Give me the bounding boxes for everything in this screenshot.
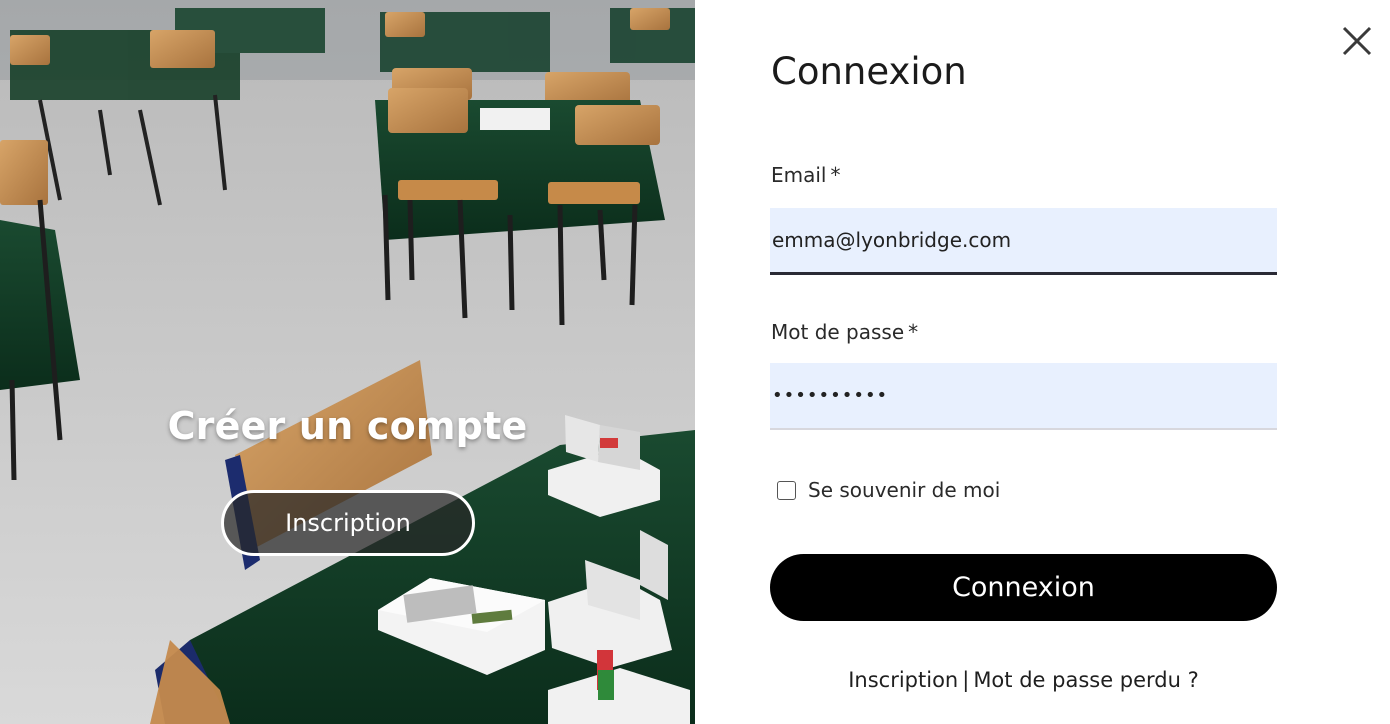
signup-button[interactable]: Inscription	[221, 490, 475, 556]
remember-me-label[interactable]: Se souvenir de moi	[808, 478, 1000, 502]
footer-links: Inscription | Mot de passe perdu ?	[770, 668, 1277, 692]
email-label-text: Email	[771, 163, 827, 187]
password-label: Mot de passe *	[771, 320, 918, 344]
create-account-title: Créer un compte	[167, 404, 528, 448]
login-submit-button[interactable]: Connexion	[770, 554, 1277, 621]
password-field[interactable]	[770, 363, 1277, 430]
email-required-mark: *	[830, 163, 841, 187]
password-label-text: Mot de passe	[771, 320, 905, 344]
signup-photo-panel: Créer un compte Inscription	[0, 0, 695, 724]
forgot-password-link[interactable]: Mot de passe perdu ?	[973, 668, 1198, 692]
password-required-mark: *	[908, 320, 919, 344]
login-title: Connexion	[771, 50, 967, 93]
email-field[interactable]	[770, 208, 1277, 275]
login-modal: Créer un compte Inscription Connexion Em…	[0, 0, 1390, 724]
remember-me-row: Se souvenir de moi	[777, 478, 1000, 502]
close-icon	[1342, 26, 1372, 56]
footer-separator: |	[962, 668, 970, 692]
remember-me-checkbox[interactable]	[777, 480, 796, 500]
email-label: Email *	[771, 163, 841, 187]
signup-link[interactable]: Inscription	[848, 668, 958, 692]
bridge-room-photo	[0, 0, 695, 724]
close-button[interactable]	[1336, 20, 1378, 62]
